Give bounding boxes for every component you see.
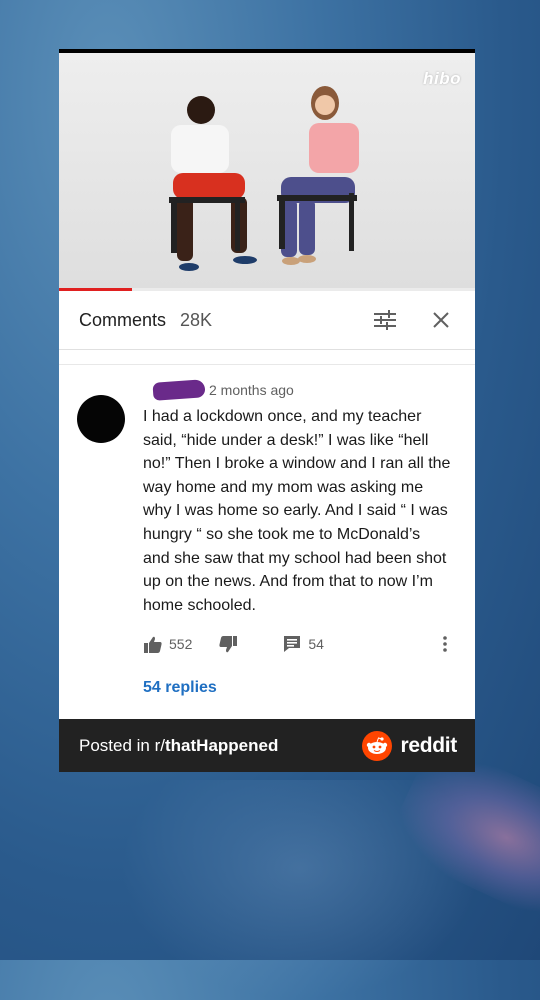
video-watermark: hibo [423, 69, 461, 88]
reddit-footer-bar: Posted in r/thatHappened reddit [59, 719, 475, 772]
reply-count: 54 [308, 636, 324, 653]
redacted-username [152, 379, 206, 401]
like-count: 552 [169, 636, 193, 653]
comments-count: 28K [180, 309, 213, 330]
close-icon[interactable] [427, 306, 455, 334]
video-player[interactable]: hibo [59, 49, 475, 291]
reddit-wordmark: reddit [400, 733, 457, 757]
comment-item: 2 months ago I had a lockdown once, and … [59, 365, 475, 697]
progress-bar [59, 288, 132, 291]
person-left [169, 96, 257, 271]
filter-sliders-icon[interactable] [371, 306, 399, 334]
avatar[interactable] [77, 395, 125, 443]
posted-in-label: Posted in r/thatHappened [79, 736, 278, 756]
reply-icon[interactable] [282, 634, 302, 654]
subreddit-name[interactable]: thatHappened [165, 736, 278, 755]
comments-title: Comments [79, 309, 167, 330]
comment-time: 2 months ago [209, 382, 294, 398]
comment-actions: 552 54 [143, 631, 457, 657]
more-vert-icon[interactable] [435, 634, 455, 654]
divider [59, 350, 475, 365]
posted-prefix: Posted in r/ [79, 735, 165, 755]
thumbs-down-icon[interactable] [218, 634, 238, 654]
comment-text: I had a lockdown once, and my teacher sa… [143, 408, 451, 614]
view-replies-link[interactable]: 54 replies [143, 679, 457, 697]
thumbs-up-icon[interactable] [143, 634, 163, 654]
video-scene [169, 86, 359, 271]
screenshot-card: hibo Comments 28K 2 months ago I had a l… [59, 49, 475, 772]
comments-header: Comments 28K [59, 291, 475, 350]
reddit-logo-icon [362, 730, 393, 761]
reddit-brand: reddit [362, 730, 457, 761]
person-right [277, 86, 359, 265]
